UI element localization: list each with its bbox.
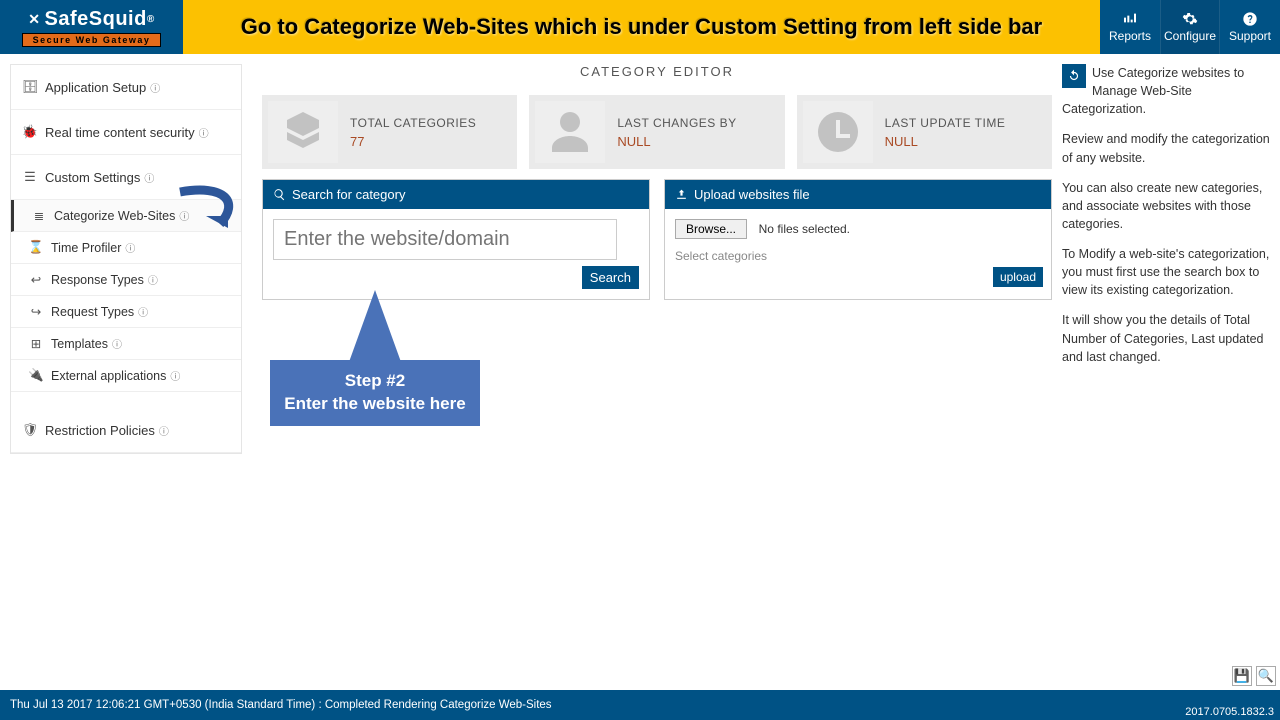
sidebar-item-external-apps[interactable]: 🔌External applicationsⓘ [11,360,241,392]
top-actions: Reports Configure Support [1100,0,1280,54]
sidebar-item-custom-settings[interactable]: ☰Custom Settingsⓘ [11,155,241,200]
upload-icon [675,188,688,201]
plug-icon: 🔌 [27,368,45,383]
reply-icon: ↩ [27,272,45,287]
page-title: CATEGORY EDITOR [262,54,1052,95]
clock-icon [803,101,873,163]
info-icon: ⓘ [125,240,135,255]
info-icon: ⓘ [112,336,122,351]
browse-button[interactable]: Browse... [675,219,747,239]
status-bar: Thu Jul 13 2017 12:06:21 GMT+0530 (India… [0,690,1280,720]
no-files-label: No files selected. [759,222,850,236]
refresh-button[interactable] [1062,64,1086,88]
support-button[interactable]: Support [1220,0,1280,54]
gears-icon [1182,11,1198,27]
grid-icon: ⊞ [27,336,45,351]
help-text: You can also create new categories, and … [1062,179,1274,233]
info-icon: ⓘ [159,423,169,438]
status-text: Thu Jul 13 2017 12:06:21 GMT+0530 (India… [10,699,552,711]
search-button[interactable]: Search [582,266,639,289]
user-icon [535,101,605,163]
info-icon: ⓘ [199,125,209,140]
callout-annotation: Step #2 Enter the website here [270,360,480,426]
chart-icon [1122,11,1138,27]
info-icon: ⓘ [148,272,158,287]
stack-icon: ≣ [30,208,48,223]
cubes-icon [268,101,338,163]
save-icon-button[interactable]: 💾 [1232,666,1252,686]
sidebar: 🗄Application Setupⓘ 🐞Real time content s… [0,54,252,690]
forward-icon: ↪ [27,304,45,319]
logo-text: SafeSquid [45,8,147,31]
reports-button[interactable]: Reports [1100,0,1160,54]
help-text: Use Categorize websites to Manage Web-Si… [1062,64,1274,118]
instruction-banner: Go to Categorize Web-Sites which is unde… [183,0,1100,54]
footer-icons: 💾 🔍 [1232,666,1276,686]
bug-icon: 🐞 [21,124,39,140]
upload-button[interactable]: upload [993,267,1043,287]
search-icon-button[interactable]: 🔍 [1256,666,1276,686]
help-text: To Modify a web-site's categorization, y… [1062,245,1274,299]
help-icon [1242,11,1258,27]
shield-icon: 🛡 [21,422,39,438]
sidebar-item-categorize[interactable]: ≣Categorize Web-Sitesⓘ [11,200,241,232]
info-icon: ⓘ [179,208,189,223]
stat-last-update: LAST UPDATE TIMENULL [797,95,1052,169]
briefcase-icon: 🗄 [21,79,39,95]
version-label: 2017.0705.1832.3 [1185,706,1274,718]
search-panel: Search for category Search [262,179,650,300]
search-input[interactable] [273,219,617,260]
logo: SafeSquid® Secure Web Gateway [0,0,183,54]
configure-button[interactable]: Configure [1160,0,1220,54]
hourglass-icon: ⌛ [27,240,45,255]
info-icon: ⓘ [138,304,148,319]
sidebar-item-time-profiler[interactable]: ⌛Time Profilerⓘ [11,232,241,264]
sidebar-item-response-types[interactable]: ↩Response Typesⓘ [11,264,241,296]
search-icon [273,188,286,201]
upload-panel: Upload websites file Browse... No files … [664,179,1052,300]
sliders-icon: ☰ [21,169,39,185]
sidebar-item-templates[interactable]: ⊞Templatesⓘ [11,328,241,360]
refresh-icon [1067,69,1081,83]
stats-row: TOTAL CATEGORIES77 LAST CHANGES BYNULL L… [262,95,1052,179]
sidebar-item-realtime[interactable]: 🐞Real time content securityⓘ [11,110,241,155]
select-categories-label: Select categories [675,249,1041,263]
sidebar-item-request-types[interactable]: ↪Request Typesⓘ [11,296,241,328]
info-icon: ⓘ [144,170,154,185]
stat-last-changes: LAST CHANGES BYNULL [529,95,784,169]
sidebar-item-application-setup[interactable]: 🗄Application Setupⓘ [11,65,241,110]
logo-reg: ® [147,14,155,25]
sidebar-item-restriction[interactable]: 🛡Restriction Policiesⓘ [11,408,241,453]
logo-subtitle: Secure Web Gateway [22,33,162,47]
top-bar: SafeSquid® Secure Web Gateway Go to Cate… [0,0,1280,54]
stat-total-categories: TOTAL CATEGORIES77 [262,95,517,169]
info-icon: ⓘ [170,368,180,383]
help-text: It will show you the details of Total Nu… [1062,311,1274,365]
help-column: Use Categorize websites to Manage Web-Si… [1052,54,1280,690]
help-text: Review and modify the categorization of … [1062,130,1274,166]
info-icon: ⓘ [150,80,160,95]
